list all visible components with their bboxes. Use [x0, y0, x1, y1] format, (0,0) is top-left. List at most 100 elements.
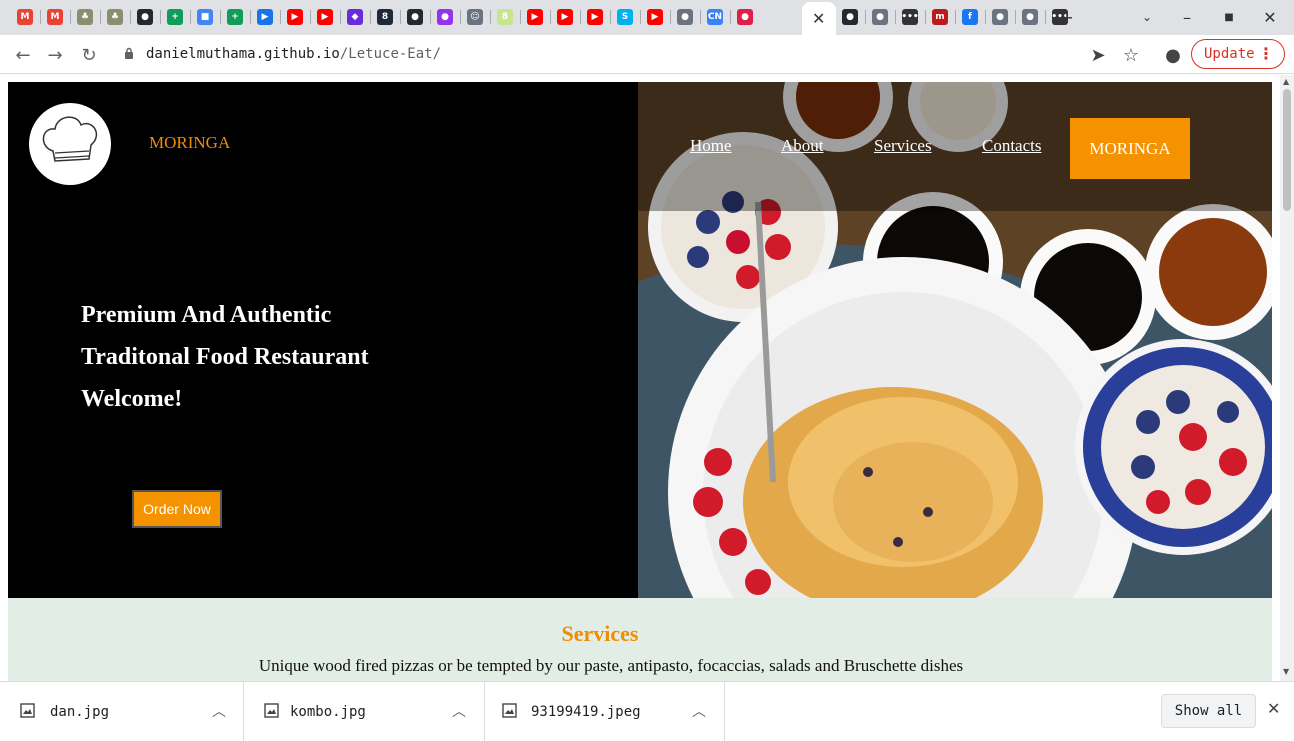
tab-separator: [40, 10, 41, 24]
youtube-icon: ▶: [557, 9, 573, 25]
scroll-down-icon[interactable]: ▼: [1283, 667, 1289, 676]
nav-home-link[interactable]: Home: [690, 136, 732, 156]
browser-tab[interactable]: CN: [704, 6, 726, 28]
chevron-up-icon[interactable]: ︿: [212, 701, 226, 721]
chef-hat-icon: [42, 116, 98, 162]
tree-icon: ♣: [107, 9, 123, 25]
chevron-up-icon[interactable]: ︿: [692, 701, 706, 721]
download-item[interactable]: dan.jpg ︿: [0, 682, 244, 741]
scroll-thumb[interactable]: [1283, 89, 1291, 211]
browser-tab[interactable]: ●: [1019, 6, 1041, 28]
brand-name[interactable]: MORINGA: [149, 133, 230, 153]
browser-tab[interactable]: ▶: [254, 6, 276, 28]
browser-tab[interactable]: 8: [374, 6, 396, 28]
tab-separator: [700, 10, 701, 24]
tab-separator: [580, 10, 581, 24]
forward-arrow-icon[interactable]: →: [42, 42, 68, 68]
services-title: Services: [561, 621, 639, 646]
browser-tab[interactable]: ●: [869, 6, 891, 28]
tab-separator: [520, 10, 521, 24]
download-item[interactable]: kombo.jpg ︿: [244, 682, 485, 741]
github-icon: ●: [407, 9, 423, 25]
page-scrollbar[interactable]: ▲ ▼: [1280, 75, 1294, 681]
tab-separator: [460, 10, 461, 24]
browser-tab[interactable]: ▶: [584, 6, 606, 28]
browser-tab[interactable]: ▶: [314, 6, 336, 28]
browser-tab[interactable]: ♣: [104, 6, 126, 28]
browser-tab[interactable]: ●: [404, 6, 426, 28]
show-all-button[interactable]: Show all: [1161, 694, 1256, 728]
browser-tab[interactable]: S: [614, 6, 636, 28]
profile-avatar-icon[interactable]: ●: [1160, 42, 1186, 68]
browser-tab[interactable]: ●: [734, 6, 756, 28]
green-circle-icon: 8: [497, 9, 513, 25]
close-window-icon[interactable]: ✕: [1259, 6, 1281, 28]
browser-tab[interactable]: +: [164, 6, 186, 28]
browser-tab[interactable]: +: [224, 6, 246, 28]
browser-tab[interactable]: ●: [839, 6, 861, 28]
browser-tab[interactable]: ♣: [74, 6, 96, 28]
image-file-icon: [20, 703, 35, 718]
nav-moringa-button[interactable]: MORINGA: [1070, 118, 1190, 179]
tab-separator: [340, 10, 341, 24]
back-arrow-icon[interactable]: ←: [10, 42, 36, 68]
browser-tab[interactable]: ●: [674, 6, 696, 28]
url-host: danielmuthama.github.io: [146, 46, 340, 62]
github-icon: ●: [842, 9, 858, 25]
download-filename: kombo.jpg: [290, 704, 366, 720]
services-section: Services Unique wood fired pizzas or be …: [8, 598, 1272, 681]
tab-separator: [985, 10, 986, 24]
browser-tab[interactable]: M: [14, 6, 36, 28]
browser-tab[interactable]: ●: [434, 6, 456, 28]
browser-tab[interactable]: ▶: [554, 6, 576, 28]
nav-about-link[interactable]: About: [781, 136, 824, 156]
tab-separator: [370, 10, 371, 24]
tab-separator: [865, 10, 866, 24]
tab-separator: [160, 10, 161, 24]
tab-separator: [430, 10, 431, 24]
bookmark-star-icon[interactable]: ☆: [1118, 42, 1144, 68]
nav-contacts-link[interactable]: Contacts: [982, 136, 1042, 156]
page-viewport: MORINGA Home About Services Contacts MOR…: [0, 75, 1294, 681]
m-logo-icon: m: [932, 9, 948, 25]
menu-dots-icon[interactable]: ⋮: [1258, 44, 1274, 63]
tab-search-chevron-icon[interactable]: ⌄: [1136, 6, 1158, 28]
scroll-up-icon[interactable]: ▲: [1283, 77, 1289, 86]
tab-separator: [550, 10, 551, 24]
hero-section: MORINGA Home About Services Contacts MOR…: [8, 82, 1272, 598]
reload-icon[interactable]: ↻: [76, 42, 102, 68]
browser-tab[interactable]: ●: [134, 6, 156, 28]
send-icon[interactable]: ➤: [1085, 42, 1111, 68]
minimize-icon[interactable]: –: [1176, 6, 1198, 28]
browser-tab[interactable]: M: [44, 6, 66, 28]
browser-tab[interactable]: ■: [194, 6, 216, 28]
tab-separator: [100, 10, 101, 24]
browser-tab[interactable]: f: [959, 6, 981, 28]
browser-tab[interactable]: •••: [899, 6, 921, 28]
new-tab-plus-icon[interactable]: +: [1056, 6, 1078, 28]
browser-tab[interactable]: ●: [989, 6, 1011, 28]
browser-tab[interactable]: ▶: [524, 6, 546, 28]
update-button[interactable]: Update ⋮: [1191, 39, 1285, 69]
services-description: Unique wood fired pizzas or be tempted b…: [258, 656, 964, 675]
order-now-button[interactable]: Order Now: [132, 490, 222, 528]
url-text[interactable]: danielmuthama.github.io/Letuce-Eat/: [146, 46, 441, 62]
youtube-icon: ▶: [527, 9, 543, 25]
chevron-up-icon[interactable]: ︿: [452, 701, 466, 721]
browser-tab[interactable]: 8: [494, 6, 516, 28]
maximize-icon[interactable]: ■: [1218, 6, 1240, 28]
browser-tab[interactable]: ◆: [344, 6, 366, 28]
download-item[interactable]: 93199419.jpeg ︿: [485, 682, 725, 741]
chef-hat-logo[interactable]: [29, 103, 111, 185]
dots-icon: •••: [901, 9, 919, 25]
close-shelf-icon[interactable]: ✕: [1267, 699, 1280, 718]
nav-services-link[interactable]: Services: [874, 136, 932, 156]
browser-tab[interactable]: ▶: [284, 6, 306, 28]
address-bar[interactable]: danielmuthama.github.io/Letuce-Eat/: [112, 39, 1152, 70]
browser-tab[interactable]: ☺: [464, 6, 486, 28]
close-tab-icon[interactable]: ✕: [812, 9, 825, 28]
browser-tab[interactable]: ▶: [644, 6, 666, 28]
tab-separator: [1015, 10, 1016, 24]
browser-tab[interactable]: m: [929, 6, 951, 28]
active-tab[interactable]: ✕: [802, 2, 836, 35]
